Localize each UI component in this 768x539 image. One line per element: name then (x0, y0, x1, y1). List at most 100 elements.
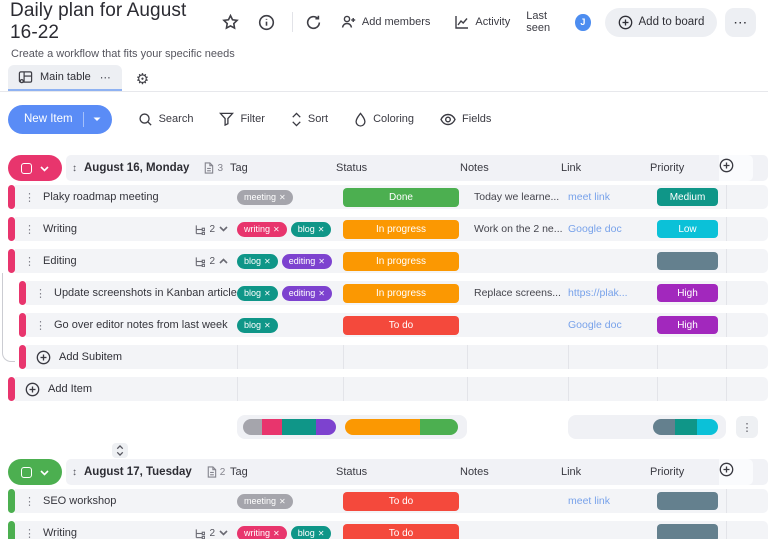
tag-pill-blog[interactable]: blog✕ (237, 254, 278, 269)
tag-remove-icon[interactable]: ✕ (318, 289, 325, 298)
priority-pill[interactable]: High (657, 284, 718, 302)
tag-pill-blog[interactable]: blog✕ (291, 222, 332, 237)
subitem-toggle[interactable]: 2 (194, 224, 237, 235)
info-icon[interactable] (254, 9, 280, 35)
tag-pill-meeting[interactable]: meeting✕ (237, 494, 293, 509)
fields-button[interactable]: Fields (440, 113, 491, 126)
group-reorder-handle[interactable] (112, 443, 128, 458)
tab-main-table[interactable]: Main table ⋯ (8, 65, 122, 91)
priority-pill[interactable]: High (657, 316, 718, 334)
search-button[interactable]: Search (138, 112, 194, 127)
status-pill[interactable]: Done (343, 188, 459, 207)
tag-remove-icon[interactable]: ✕ (279, 193, 286, 202)
item-row[interactable]: ⋮Writing2writing✕blog✕In progressWork on… (8, 217, 768, 241)
item-row[interactable]: ⋮Editing2blog✕editing✕In progress (8, 249, 768, 273)
item-row[interactable]: ⋮Plaky roadmap meetingmeeting✕DoneToday … (8, 185, 768, 209)
tag-remove-icon[interactable]: ✕ (279, 497, 286, 506)
gear-icon[interactable]: ⚙ (136, 72, 149, 87)
row-menu-icon[interactable]: ⋮ (35, 287, 46, 300)
board-more-button[interactable]: ⋯ (725, 8, 756, 37)
add-column-icon[interactable] (719, 158, 734, 178)
row-menu-icon[interactable]: ⋮ (35, 319, 46, 332)
tag-remove-icon[interactable]: ✕ (318, 529, 325, 538)
add-item-cell: Add Item (15, 377, 237, 401)
tag-pill-blog[interactable]: blog✕ (237, 286, 278, 301)
header-divider (292, 12, 293, 32)
link-text[interactable]: Google doc (568, 319, 622, 331)
add-item-row[interactable]: Add Item (8, 377, 768, 401)
link-text[interactable]: meet link (568, 191, 610, 203)
status-distribution-bar[interactable] (345, 419, 458, 435)
link-cell: Google doc (568, 217, 657, 241)
status-cell: To do (343, 313, 467, 337)
row-menu-icon[interactable]: ⋮ (24, 255, 35, 268)
group-title: August 17, Tuesday (84, 466, 192, 478)
group-collapse-pill[interactable] (8, 459, 62, 485)
priority-pill[interactable]: Low (657, 220, 718, 238)
priority-pill[interactable]: Medium (657, 188, 718, 206)
coloring-button[interactable]: Coloring (354, 112, 414, 127)
drag-handle-icon[interactable]: ↕ (72, 467, 77, 478)
add-subitem-row[interactable]: Add Subitem (19, 345, 768, 369)
tag-pill-meeting[interactable]: meeting✕ (237, 190, 293, 205)
subitem-toggle[interactable]: 2 (194, 528, 237, 539)
item-row[interactable]: ⋮Writing2writing✕blog✕To do (8, 521, 768, 539)
row-menu-icon[interactable]: ⋮ (24, 191, 35, 204)
status-pill[interactable]: To do (343, 492, 459, 511)
row-menu-icon[interactable]: ⋮ (24, 223, 35, 236)
filter-button[interactable]: Filter (219, 112, 264, 126)
tag-pill-editing[interactable]: editing✕ (282, 254, 332, 269)
add-item-button[interactable]: Add Item (15, 382, 92, 397)
new-item-button[interactable]: New Item (8, 105, 112, 134)
tag-pill-blog[interactable]: blog✕ (291, 526, 332, 539)
avatar[interactable]: J (575, 14, 590, 31)
tag-cell: writing✕ blog✕ (237, 217, 343, 241)
add-column-icon[interactable] (719, 462, 734, 482)
status-pill[interactable]: To do (343, 316, 459, 335)
tag-remove-icon[interactable]: ✕ (273, 529, 280, 538)
tag-remove-icon[interactable]: ✕ (273, 225, 280, 234)
subitem-row[interactable]: ⋮Go over editor notes from last weekblog… (19, 313, 768, 337)
row-menu-icon[interactable]: ⋮ (24, 527, 35, 539)
add-to-board-button[interactable]: Add to board (605, 8, 718, 37)
priority-pill[interactable] (657, 524, 718, 539)
sync-icon[interactable] (301, 9, 327, 35)
priority-pill[interactable] (657, 252, 718, 270)
tag-pill-writing[interactable]: writing✕ (237, 526, 287, 539)
tag-distribution-bar[interactable] (243, 419, 336, 435)
priority-pill[interactable] (657, 492, 718, 510)
status-pill[interactable]: In progress (343, 252, 459, 271)
group-checkbox[interactable] (21, 467, 32, 478)
link-text[interactable]: meet link (568, 495, 610, 507)
tag-remove-icon[interactable]: ✕ (318, 225, 325, 234)
tag-pill-writing[interactable]: writing✕ (237, 222, 287, 237)
group-collapse-pill[interactable] (8, 155, 62, 181)
sort-button[interactable]: Sort (291, 112, 328, 127)
tag-remove-icon[interactable]: ✕ (318, 257, 325, 266)
priority-cell (657, 521, 726, 539)
group-checkbox[interactable] (21, 163, 32, 174)
status-pill[interactable]: In progress (343, 284, 459, 303)
tag-pill-blog[interactable]: blog✕ (237, 318, 278, 333)
new-item-dropdown[interactable] (83, 112, 112, 127)
summary-menu-button[interactable]: ⋮ (736, 416, 758, 438)
row-menu-icon[interactable]: ⋮ (24, 495, 35, 508)
item-row[interactable]: ⋮SEO workshopmeeting✕To domeet link (8, 489, 768, 513)
activity-button[interactable]: Activity (454, 14, 510, 30)
subitem-row[interactable]: ⋮Update screenshots in Kanban articleblo… (19, 281, 768, 305)
tag-remove-icon[interactable]: ✕ (264, 321, 271, 330)
link-text[interactable]: https://plak... (568, 287, 628, 299)
drag-handle-icon[interactable]: ↕ (72, 163, 77, 174)
link-text[interactable]: Google doc (568, 223, 622, 235)
status-pill[interactable]: To do (343, 524, 459, 539)
priority-distribution-bar[interactable] (653, 419, 718, 435)
tag-remove-icon[interactable]: ✕ (264, 257, 271, 266)
star-icon[interactable] (218, 9, 244, 35)
add-subitem-button[interactable]: Add Subitem (26, 350, 122, 365)
tag-remove-icon[interactable]: ✕ (264, 289, 271, 298)
tag-pill-editing[interactable]: editing✕ (282, 286, 332, 301)
tab-options-icon[interactable]: ⋯ (98, 71, 112, 84)
subitem-toggle[interactable]: 2 (194, 256, 237, 267)
status-pill[interactable]: In progress (343, 220, 459, 239)
add-members-button[interactable]: Add members (341, 14, 430, 30)
